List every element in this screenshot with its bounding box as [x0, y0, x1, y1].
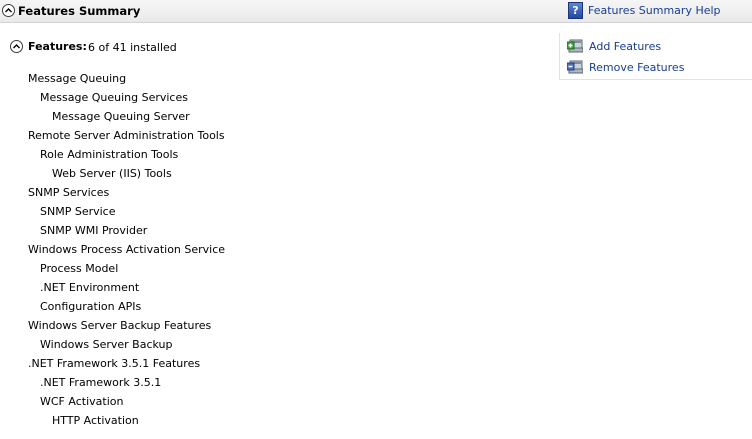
remove-features-icon: [566, 59, 584, 75]
remove-features-link[interactable]: Remove Features: [589, 61, 684, 74]
section-title: Features Summary: [18, 4, 141, 18]
features-summary-help-link[interactable]: Features Summary Help: [588, 4, 721, 17]
add-features-link[interactable]: Add Features: [589, 40, 661, 53]
feature-item: Windows Server Backup Features: [28, 319, 212, 332]
features-label: Features:: [28, 40, 87, 53]
feature-item: SNMP Services: [28, 186, 110, 199]
feature-item: .NET Framework 3.5.1 Features: [28, 357, 201, 370]
feature-item: Windows Process Activation Service: [28, 243, 226, 256]
help-icon[interactable]: ?: [568, 2, 583, 19]
feature-item: Role Administration Tools: [40, 148, 179, 161]
feature-item: WCF Activation: [40, 395, 124, 408]
feature-item: Message Queuing Server: [52, 110, 190, 123]
feature-item: .NET Environment: [40, 281, 140, 294]
feature-item: Message Queuing Services: [40, 91, 188, 104]
actions-panel: Add Features Remove Features: [559, 33, 752, 80]
feature-item: SNMP Service: [40, 205, 116, 218]
feature-item: Configuration APIs: [40, 300, 142, 313]
add-features-icon: [566, 38, 584, 54]
section-header: Features Summary ? Features Summary Help: [0, 0, 752, 23]
collapse-section-icon[interactable]: [2, 4, 15, 17]
feature-item: Process Model: [40, 262, 119, 275]
feature-item: HTTP Activation: [52, 414, 139, 427]
features-count: 6 of 41 installed: [88, 41, 177, 54]
feature-item: SNMP WMI Provider: [40, 224, 148, 237]
feature-item: Web Server (IIS) Tools: [52, 167, 172, 180]
collapse-features-icon[interactable]: [10, 40, 23, 53]
feature-item: Windows Server Backup: [40, 338, 173, 351]
feature-item: Message Queuing: [28, 72, 127, 85]
feature-item: .NET Framework 3.5.1: [40, 376, 162, 389]
feature-item: Remote Server Administration Tools: [28, 129, 225, 142]
